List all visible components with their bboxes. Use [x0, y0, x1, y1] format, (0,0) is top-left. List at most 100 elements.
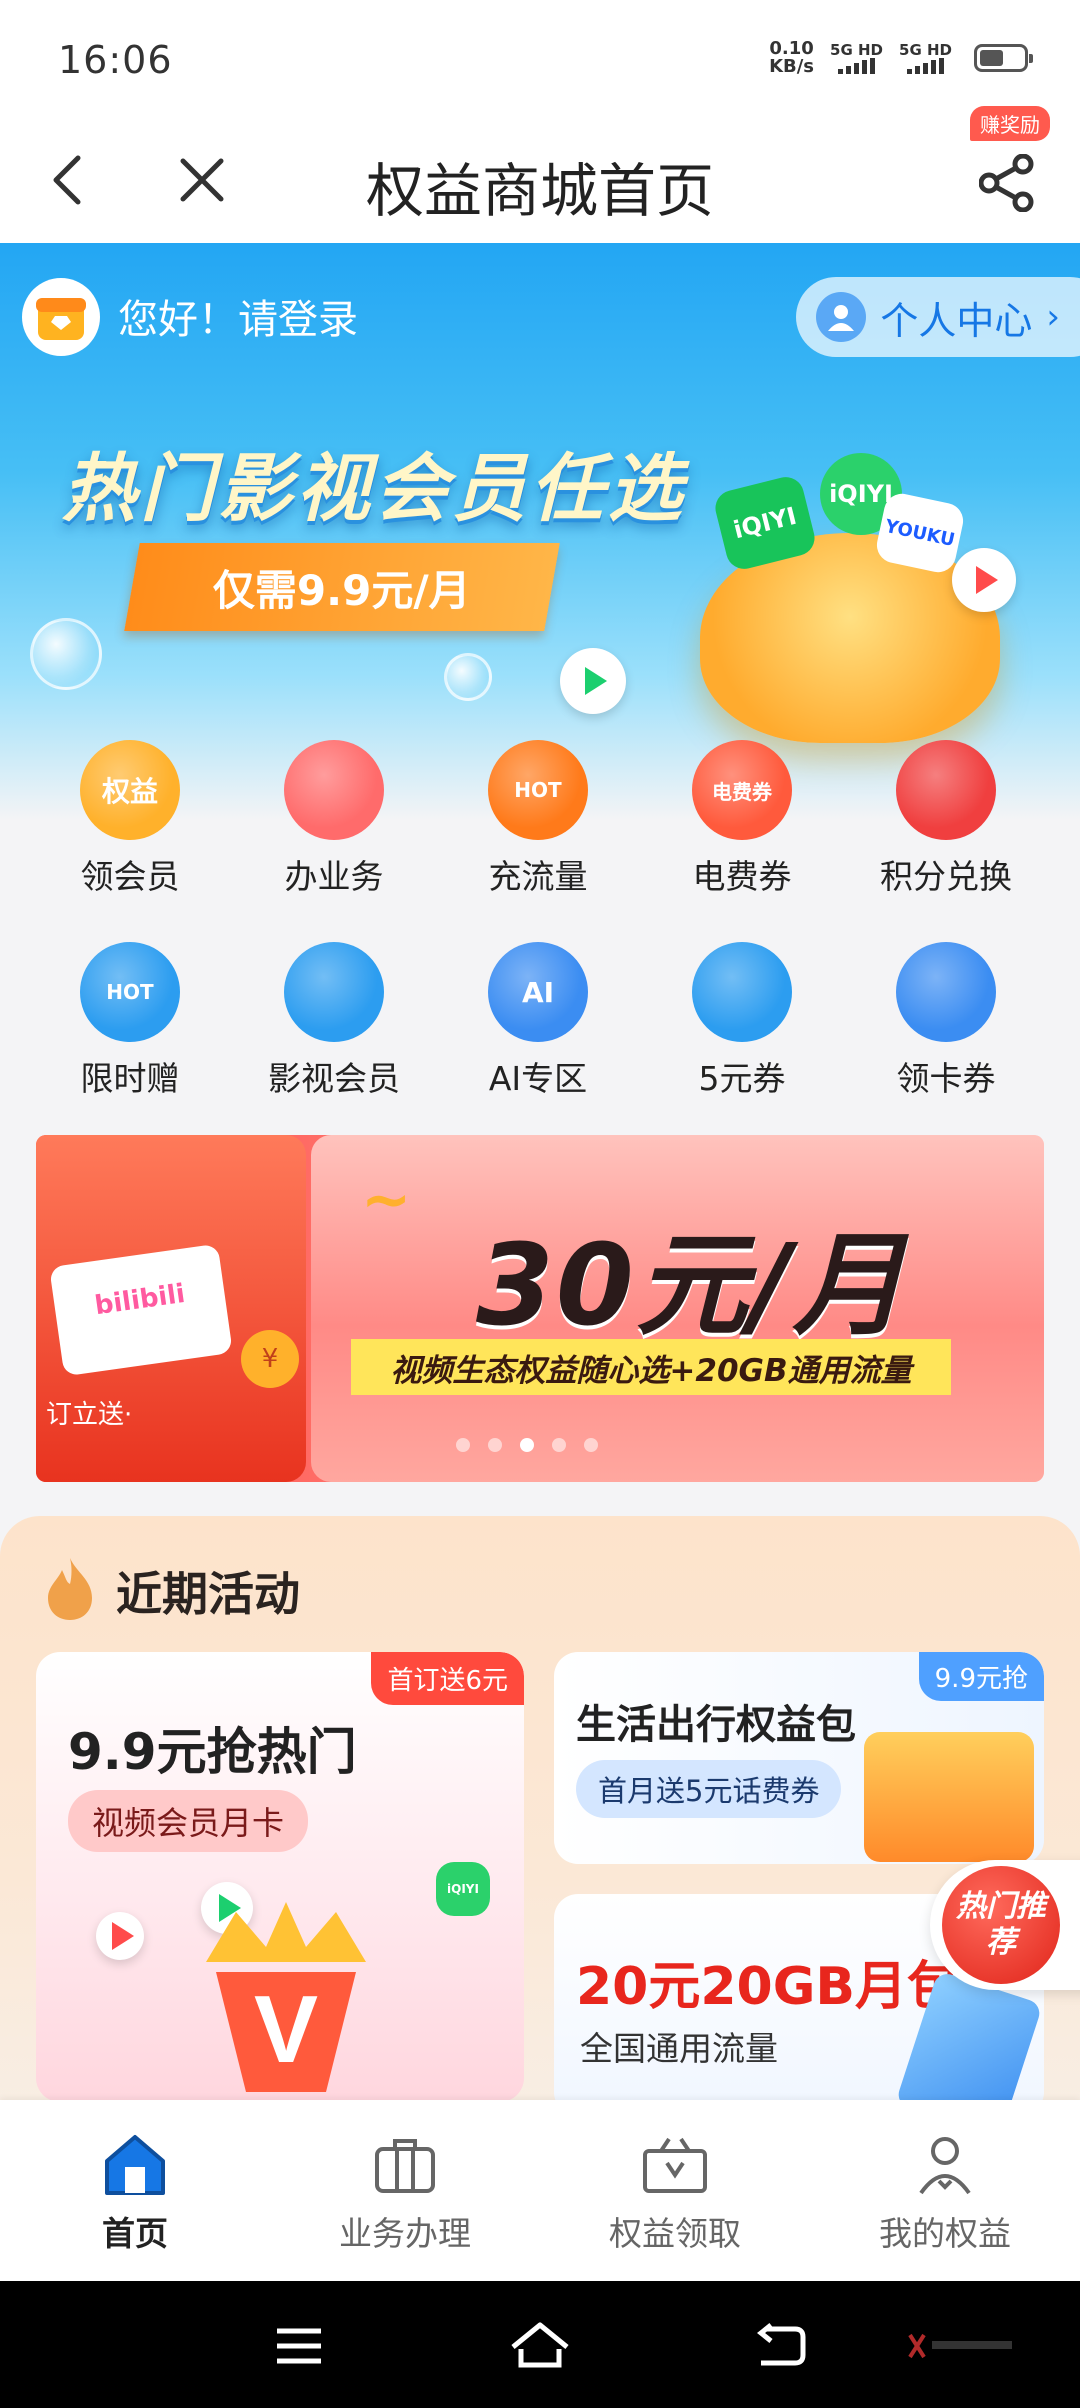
promo-current-slide[interactable]: ~ 30元/月 视频生态权益随心选+20GB通用流量 [311, 1135, 1044, 1482]
grid-item-label: 限时赠 [80, 1059, 180, 1098]
play-icon [96, 1912, 144, 1960]
system-back-button[interactable] [746, 2311, 816, 2381]
hero-banner[interactable]: 您好！请登录 个人中心 › 热门影视会员任选 仅需9.9元/月 iQIYI iQ… [0, 243, 1080, 820]
menu-icon [277, 2328, 321, 2364]
share-icon [979, 154, 1034, 212]
grid-item-1[interactable]: 权益 领会员 [28, 740, 232, 898]
app-cards-decoration: bilibili [49, 1243, 233, 1377]
grid-item-label: AI专区 [488, 1059, 588, 1098]
grid-item-icon [284, 942, 384, 1042]
bubble-decoration [30, 618, 102, 690]
flame-icon [48, 1558, 92, 1620]
carousel-dot[interactable] [552, 1438, 566, 1452]
battery-fill [980, 50, 1004, 66]
grid-item-6[interactable]: HOT 限时赠 [28, 942, 232, 1100]
iqiyi-tile: iQIYI [436, 1862, 490, 1916]
tencent-video-icon [952, 548, 1016, 612]
battery-icon [974, 44, 1033, 72]
tab-business[interactable]: 业务办理 [270, 2100, 540, 2281]
grid-item-icon [284, 740, 384, 840]
card-pill: 首月送5元话费券 [576, 1760, 842, 1818]
grid-item-4[interactable]: 电费券 电费券 [640, 740, 844, 898]
login-prompt[interactable]: 您好！请登录 [118, 287, 358, 345]
gift-box-icon [36, 298, 86, 340]
coin-icon: ¥ [241, 1330, 299, 1388]
play-icon [560, 648, 626, 714]
tab-claim-benefits[interactable]: 权益领取 [540, 2100, 810, 2281]
reward-badge[interactable]: 赚奖励 [970, 106, 1050, 141]
carousel-dot[interactable] [456, 1438, 470, 1452]
user-icon [816, 292, 867, 342]
home-icon [97, 2127, 173, 2203]
login-avatar[interactable] [22, 278, 100, 356]
share-button[interactable] [972, 148, 1042, 218]
tab-my-benefits[interactable]: 我的权益 [810, 2100, 1080, 2281]
grid-item-label: 电费券 [692, 857, 792, 896]
page-title: 权益商城首页 [365, 157, 714, 225]
gift-basket-decoration [864, 1732, 1034, 1862]
system-menu-button[interactable] [264, 2311, 334, 2381]
grid-item-3[interactable]: HOT 充流量 [436, 740, 640, 898]
promo-carousel[interactable]: bilibili ¥ 订立送· ~ 30元/月 视频生态权益随心选+20GB通用… [36, 1135, 1044, 1482]
grid-item-icon [896, 740, 996, 840]
system-nav-bar [0, 2281, 1080, 2408]
grid-item-8[interactable]: AI AI专区 [436, 942, 640, 1100]
promo-prev-slide[interactable]: bilibili ¥ 订立送· [36, 1135, 306, 1482]
hot-recommend-label: 热门推荐 [942, 1866, 1060, 1984]
grid-item-label: 5元券 [698, 1059, 786, 1098]
activity-card-video-member[interactable]: 首订送6元 9.9元抢热门 视频会员月卡 iQIYI V [36, 1652, 524, 2102]
grid-item-icon [692, 942, 792, 1042]
carousel-dot[interactable] [488, 1438, 502, 1452]
promo-subtitle: 视频生态权益随心选+20GB通用流量 [351, 1339, 951, 1395]
watermark-logo-icon [906, 2331, 1016, 2365]
briefcase-icon [367, 2127, 443, 2203]
card-badge: 9.9元抢 [918, 1652, 1044, 1701]
system-home-button[interactable] [505, 2311, 575, 2381]
user-icon [907, 2127, 983, 2203]
card-title: 生活出行权益包 [576, 1702, 856, 1748]
hero-title: 热门影视会员任选 [62, 446, 686, 532]
bubble-decoration [444, 653, 492, 701]
grid-item-label: 充流量 [488, 857, 588, 896]
card-pill: 视频会员月卡 [68, 1790, 309, 1852]
card-title: 9.9元抢热门 [68, 1723, 357, 1781]
status-indicators: 0.10 KB/s 5G HD 5G HD [769, 40, 1033, 76]
gift-box-icon [637, 2127, 713, 2203]
hot-recommend-button[interactable]: 热门推荐 [930, 1860, 1080, 1990]
back-arrow-icon [756, 2323, 806, 2366]
chevron-right-icon: › [1046, 297, 1060, 337]
carousel-dot[interactable] [584, 1438, 598, 1452]
promo-title: 30元/月 [476, 1221, 907, 1351]
recent-activities-section: 近期活动 首订送6元 9.9元抢热门 视频会员月卡 iQIYI V 9.9元抢 … [0, 1516, 1080, 2116]
personal-center-label: 个人中心 [880, 298, 1033, 343]
activity-card-life-travel[interactable]: 9.9元抢 生活出行权益包 首月送5元话费券 [554, 1652, 1044, 1864]
grid-item-label: 影视会员 [268, 1059, 400, 1098]
ribbon-decoration: ~ [361, 1165, 412, 1235]
grid-item-label: 领卡券 [896, 1059, 996, 1098]
card-title: 20元20GB月包 [576, 1957, 960, 2017]
crown-v-icon: V [206, 1902, 366, 2092]
grid-item-label: 积分兑换 [880, 857, 1012, 896]
grid-item-label: 领会员 [80, 857, 180, 896]
nav-bar: 权益商城首页 赚奖励 [0, 106, 1080, 243]
home-outline-icon [511, 2322, 569, 2368]
network-speed-unit: KB/s [769, 56, 815, 77]
grid-item-9[interactable]: 5元券 [640, 942, 844, 1100]
grid-item-label: 办业务 [284, 857, 384, 896]
grid-item-7[interactable]: 影视会员 [232, 942, 436, 1100]
tab-home[interactable]: 首页 [0, 2100, 270, 2281]
grid-item-icon: HOT [488, 740, 588, 840]
section-title: 近期活动 [116, 1567, 300, 1621]
carousel-dot[interactable] [520, 1438, 534, 1452]
personal-center-button[interactable]: 个人中心 › [796, 277, 1080, 357]
crown-letter: V [254, 1976, 318, 2083]
network-speed: 0.10 KB/s [769, 40, 814, 76]
grid-item-2[interactable]: 办业务 [232, 740, 436, 898]
grid-item-icon: HOT [80, 942, 180, 1042]
grid-item-10[interactable]: 领卡券 [844, 942, 1048, 1100]
status-time: 16:06 [58, 38, 173, 82]
card-subtitle: 全国通用流量 [580, 2029, 778, 2068]
grid-item-icon: 电费券 [692, 740, 792, 840]
card-badge: 首订送6元 [371, 1652, 524, 1705]
grid-item-5[interactable]: 积分兑换 [844, 740, 1048, 898]
